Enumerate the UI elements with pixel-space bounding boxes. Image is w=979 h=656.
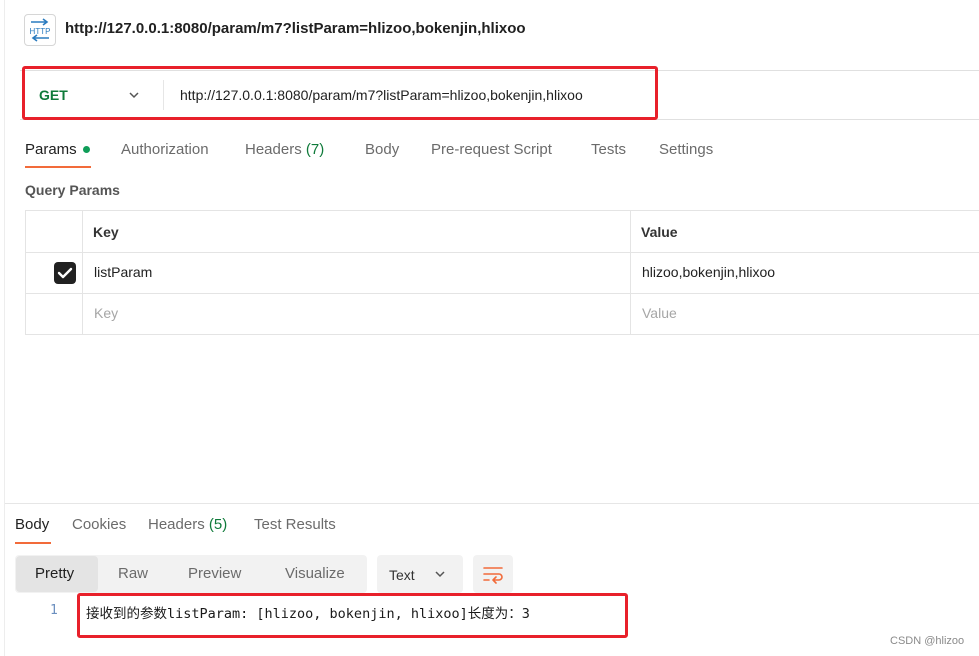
http-request-icon: HTTP <box>24 14 56 46</box>
param-value-cell[interactable]: hlizoo,bokenjin,hlixoo <box>642 264 775 280</box>
chevron-down-icon <box>433 567 447 581</box>
tab-headers[interactable]: Headers (7) <box>245 141 324 158</box>
tab-pre-request-script[interactable]: Pre-request Script <box>431 141 552 158</box>
tab-settings[interactable]: Settings <box>659 141 713 158</box>
watermark: CSDN @hlizoo <box>890 635 965 647</box>
view-mode-pretty[interactable]: Pretty <box>35 565 74 582</box>
request-title[interactable]: http://127.0.0.1:8080/param/m7?listParam… <box>65 20 526 37</box>
active-response-tab-indicator <box>15 542 51 544</box>
view-mode-visualize[interactable]: Visualize <box>285 565 345 582</box>
column-header-key: Key <box>93 224 119 240</box>
view-mode-raw[interactable]: Raw <box>118 565 148 582</box>
response-tab-test-results[interactable]: Test Results <box>254 516 336 533</box>
tab-label: Authorization <box>121 141 209 158</box>
tab-label: Pre-request Script <box>431 141 552 158</box>
active-tab-indicator <box>25 166 91 168</box>
tab-tests[interactable]: Tests <box>591 141 626 158</box>
annotation-box-response <box>77 593 628 638</box>
tab-label: Headers <box>245 141 302 158</box>
response-divider <box>5 503 979 504</box>
params-status-dot <box>83 146 90 153</box>
tab-label: Test Results <box>254 516 336 533</box>
table-divider <box>630 210 631 335</box>
table-divider <box>82 210 83 335</box>
left-edge-divider <box>4 0 5 656</box>
response-tab-cookies[interactable]: Cookies <box>72 516 126 533</box>
param-key-cell[interactable]: listParam <box>94 264 152 280</box>
http-icon-text: HTTP <box>30 27 51 36</box>
new-value-input[interactable]: Value <box>642 305 677 321</box>
wrap-lines-icon <box>483 567 503 584</box>
table-divider <box>25 252 979 253</box>
tab-count: (7) <box>305 141 325 158</box>
tab-label: Headers <box>148 516 205 533</box>
tab-label: Tests <box>591 141 627 158</box>
new-key-input[interactable]: Key <box>94 305 118 321</box>
query-params-label: Query Params <box>25 182 120 198</box>
query-params-table <box>25 210 979 335</box>
line-number: 1 <box>50 603 58 618</box>
tab-label: Params <box>25 141 77 158</box>
wrap-lines-button[interactable] <box>473 555 513 593</box>
response-tab-headers[interactable]: Headers (5) <box>148 516 227 533</box>
view-mode-preview[interactable]: Preview <box>188 565 241 582</box>
param-enabled-checkbox[interactable] <box>54 262 76 284</box>
tab-params[interactable]: Params <box>25 141 77 158</box>
annotation-box-url <box>22 66 658 120</box>
tab-body[interactable]: Body <box>365 141 399 158</box>
response-tab-body[interactable]: Body <box>15 516 49 533</box>
tab-label: Body <box>365 141 400 158</box>
tab-authorization[interactable]: Authorization <box>121 141 209 158</box>
tab-count: (5) <box>208 516 228 533</box>
column-header-value: Value <box>641 224 678 240</box>
tab-label: Cookies <box>72 516 127 533</box>
format-label: Text <box>389 567 415 583</box>
table-divider <box>25 293 979 294</box>
tab-label: Body <box>15 516 50 533</box>
tab-label: Settings <box>659 141 714 158</box>
